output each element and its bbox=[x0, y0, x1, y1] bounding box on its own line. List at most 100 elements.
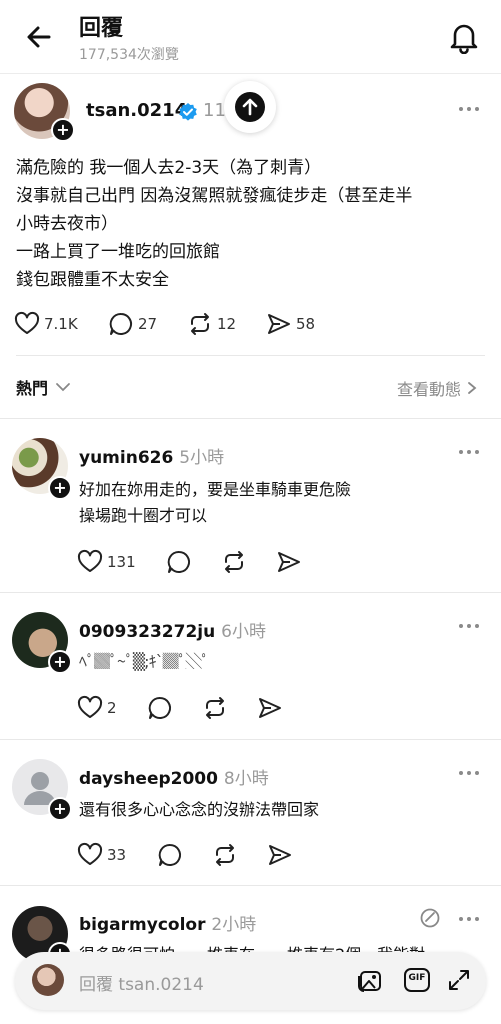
expand-icon[interactable] bbox=[445, 966, 473, 994]
comment-bubble-icon bbox=[148, 696, 171, 719]
chevron-right-icon bbox=[468, 382, 477, 394]
post-time: 11 bbox=[203, 100, 226, 121]
comment-bubble-icon bbox=[167, 550, 190, 573]
share-count: 58 bbox=[296, 315, 316, 333]
comment-bubble-icon bbox=[158, 843, 181, 866]
reply-username-text[interactable]: 0909323272ju bbox=[79, 622, 215, 642]
back-button[interactable] bbox=[22, 20, 56, 54]
more-dots-icon[interactable] bbox=[457, 447, 483, 457]
translate-icon[interactable] bbox=[419, 907, 441, 929]
page-title: 回覆 bbox=[79, 16, 124, 41]
arrow-up-icon bbox=[235, 92, 265, 122]
more-dots-icon[interactable] bbox=[457, 104, 483, 114]
like-button[interactable]: 33 bbox=[77, 840, 126, 870]
heart-icon bbox=[77, 549, 103, 572]
view-activity-link[interactable]: 查看動態 bbox=[397, 376, 479, 400]
comment-bubble-icon bbox=[109, 312, 132, 335]
like-count: 7.1K bbox=[44, 315, 78, 333]
share-button[interactable] bbox=[276, 547, 302, 577]
repost-icon bbox=[191, 313, 209, 335]
reply-input[interactable]: 回覆 tsan.0214 bbox=[79, 970, 204, 995]
send-icon bbox=[268, 314, 290, 334]
follow-plus-icon[interactable]: + bbox=[48, 476, 72, 500]
more-dots-icon[interactable] bbox=[457, 621, 483, 631]
verified-badge-icon bbox=[178, 102, 198, 122]
repost-icon bbox=[216, 844, 234, 866]
like-button[interactable]: 2 bbox=[77, 693, 117, 723]
heart-icon bbox=[77, 695, 103, 718]
repost-count: 12 bbox=[217, 315, 237, 333]
comment-count: 27 bbox=[138, 315, 158, 333]
share-button[interactable] bbox=[267, 840, 293, 870]
gif-label: GIF bbox=[408, 973, 426, 983]
sort-dropdown[interactable]: 熱門 bbox=[16, 375, 72, 399]
repost-button[interactable] bbox=[221, 547, 247, 577]
reply-username-text[interactable]: bigarmycolor bbox=[79, 915, 205, 935]
more-dots-icon[interactable] bbox=[457, 768, 483, 778]
repost-icon bbox=[206, 697, 224, 719]
reply-body: ﾍﾟ▓ﾟ~ﾟ▒;ｷ`▓ﾟ░ﾟ bbox=[79, 649, 210, 675]
repost-button[interactable]: 12 bbox=[187, 309, 236, 339]
divider bbox=[16, 355, 485, 356]
send-icon bbox=[259, 698, 281, 718]
post-line: 滿危險的 我一個人去2-3天（為了刺青） bbox=[16, 158, 322, 178]
post-line: 小時去夜市） bbox=[16, 214, 118, 234]
reply-line: 還有很多心心念念的沒辦法帶回家 bbox=[79, 800, 320, 819]
post-line: 沒事就自己出門 因為沒駕照就發瘋徒步走（甚至走半 bbox=[16, 186, 413, 206]
scroll-to-top-button[interactable] bbox=[224, 81, 276, 133]
sort-label: 熱門 bbox=[16, 379, 49, 398]
divider bbox=[0, 739, 501, 740]
comment-button[interactable] bbox=[166, 547, 192, 577]
reply-username[interactable]: bigarmycolor 2小時 bbox=[79, 910, 256, 935]
like-count: 33 bbox=[107, 846, 127, 864]
divider bbox=[0, 885, 501, 886]
repost-button[interactable] bbox=[202, 693, 228, 723]
comment-button[interactable] bbox=[147, 693, 173, 723]
image-icon[interactable] bbox=[356, 966, 384, 994]
follow-plus-icon[interactable]: + bbox=[51, 118, 75, 142]
reply-line: ﾍﾟ▓ﾟ~ﾟ▒;ｷ`▓ﾟ░ﾟ bbox=[79, 652, 210, 671]
share-button[interactable]: 58 bbox=[266, 309, 315, 339]
more-dots-icon[interactable] bbox=[457, 914, 483, 924]
view-count: 177,534次瀏覽 bbox=[79, 47, 179, 63]
reply-body: 好加在妳用走的，要是坐車騎車更危險 操場跑十圈才可以 bbox=[79, 477, 351, 529]
heart-icon bbox=[77, 842, 103, 865]
follow-plus-icon[interactable]: + bbox=[48, 650, 72, 674]
arrow-left-icon bbox=[27, 26, 51, 48]
post-line: 錢包跟體重不太安全 bbox=[16, 270, 169, 290]
like-count: 2 bbox=[107, 699, 117, 717]
repost-button[interactable] bbox=[212, 840, 238, 870]
reply-username-text[interactable]: daysheep2000 bbox=[79, 769, 218, 789]
like-button[interactable]: 7.1K bbox=[14, 309, 78, 339]
comment-button[interactable]: 27 bbox=[108, 309, 157, 339]
post-author-username[interactable]: tsan.0214 bbox=[86, 100, 187, 121]
comment-button[interactable] bbox=[157, 840, 183, 870]
send-icon bbox=[278, 552, 300, 572]
reply-time: 2小時 bbox=[211, 915, 257, 935]
reply-composer[interactable]: 回覆 tsan.0214 GIF bbox=[15, 952, 486, 1010]
send-icon bbox=[269, 845, 291, 865]
top-bar: 回覆 177,534次瀏覽 bbox=[0, 0, 501, 74]
divider bbox=[0, 418, 501, 419]
share-button[interactable] bbox=[257, 693, 283, 723]
divider bbox=[0, 592, 501, 593]
bell-icon bbox=[450, 24, 478, 54]
like-button[interactable]: 131 bbox=[77, 547, 136, 577]
chevron-down-icon bbox=[56, 383, 70, 392]
heart-icon bbox=[14, 311, 40, 334]
gif-icon[interactable]: GIF bbox=[403, 966, 431, 994]
notifications-button[interactable] bbox=[448, 20, 480, 54]
reply-username[interactable]: daysheep2000 8小時 bbox=[79, 764, 269, 789]
follow-plus-icon[interactable]: + bbox=[48, 797, 72, 821]
reply-username[interactable]: 0909323272ju 6小時 bbox=[79, 617, 266, 642]
composer-avatar bbox=[32, 964, 64, 996]
reply-time: 8小時 bbox=[223, 769, 269, 789]
reply-time: 6小時 bbox=[221, 622, 266, 642]
reply-body: 還有很多心心念念的沒辦法帶回家 bbox=[79, 797, 319, 823]
reply-username-text[interactable]: yumin626 bbox=[79, 448, 173, 468]
reply-line: 操場跑十圈才可以 bbox=[79, 506, 208, 525]
repost-icon bbox=[225, 551, 243, 573]
reply-username[interactable]: yumin626 5小時 bbox=[79, 443, 224, 468]
activity-label: 查看動態 bbox=[396, 380, 461, 399]
post-body: 滿危險的 我一個人去2-3天（為了刺青） 沒事就自己出門 因為沒駕照就發瘋徒步走… bbox=[16, 154, 486, 294]
